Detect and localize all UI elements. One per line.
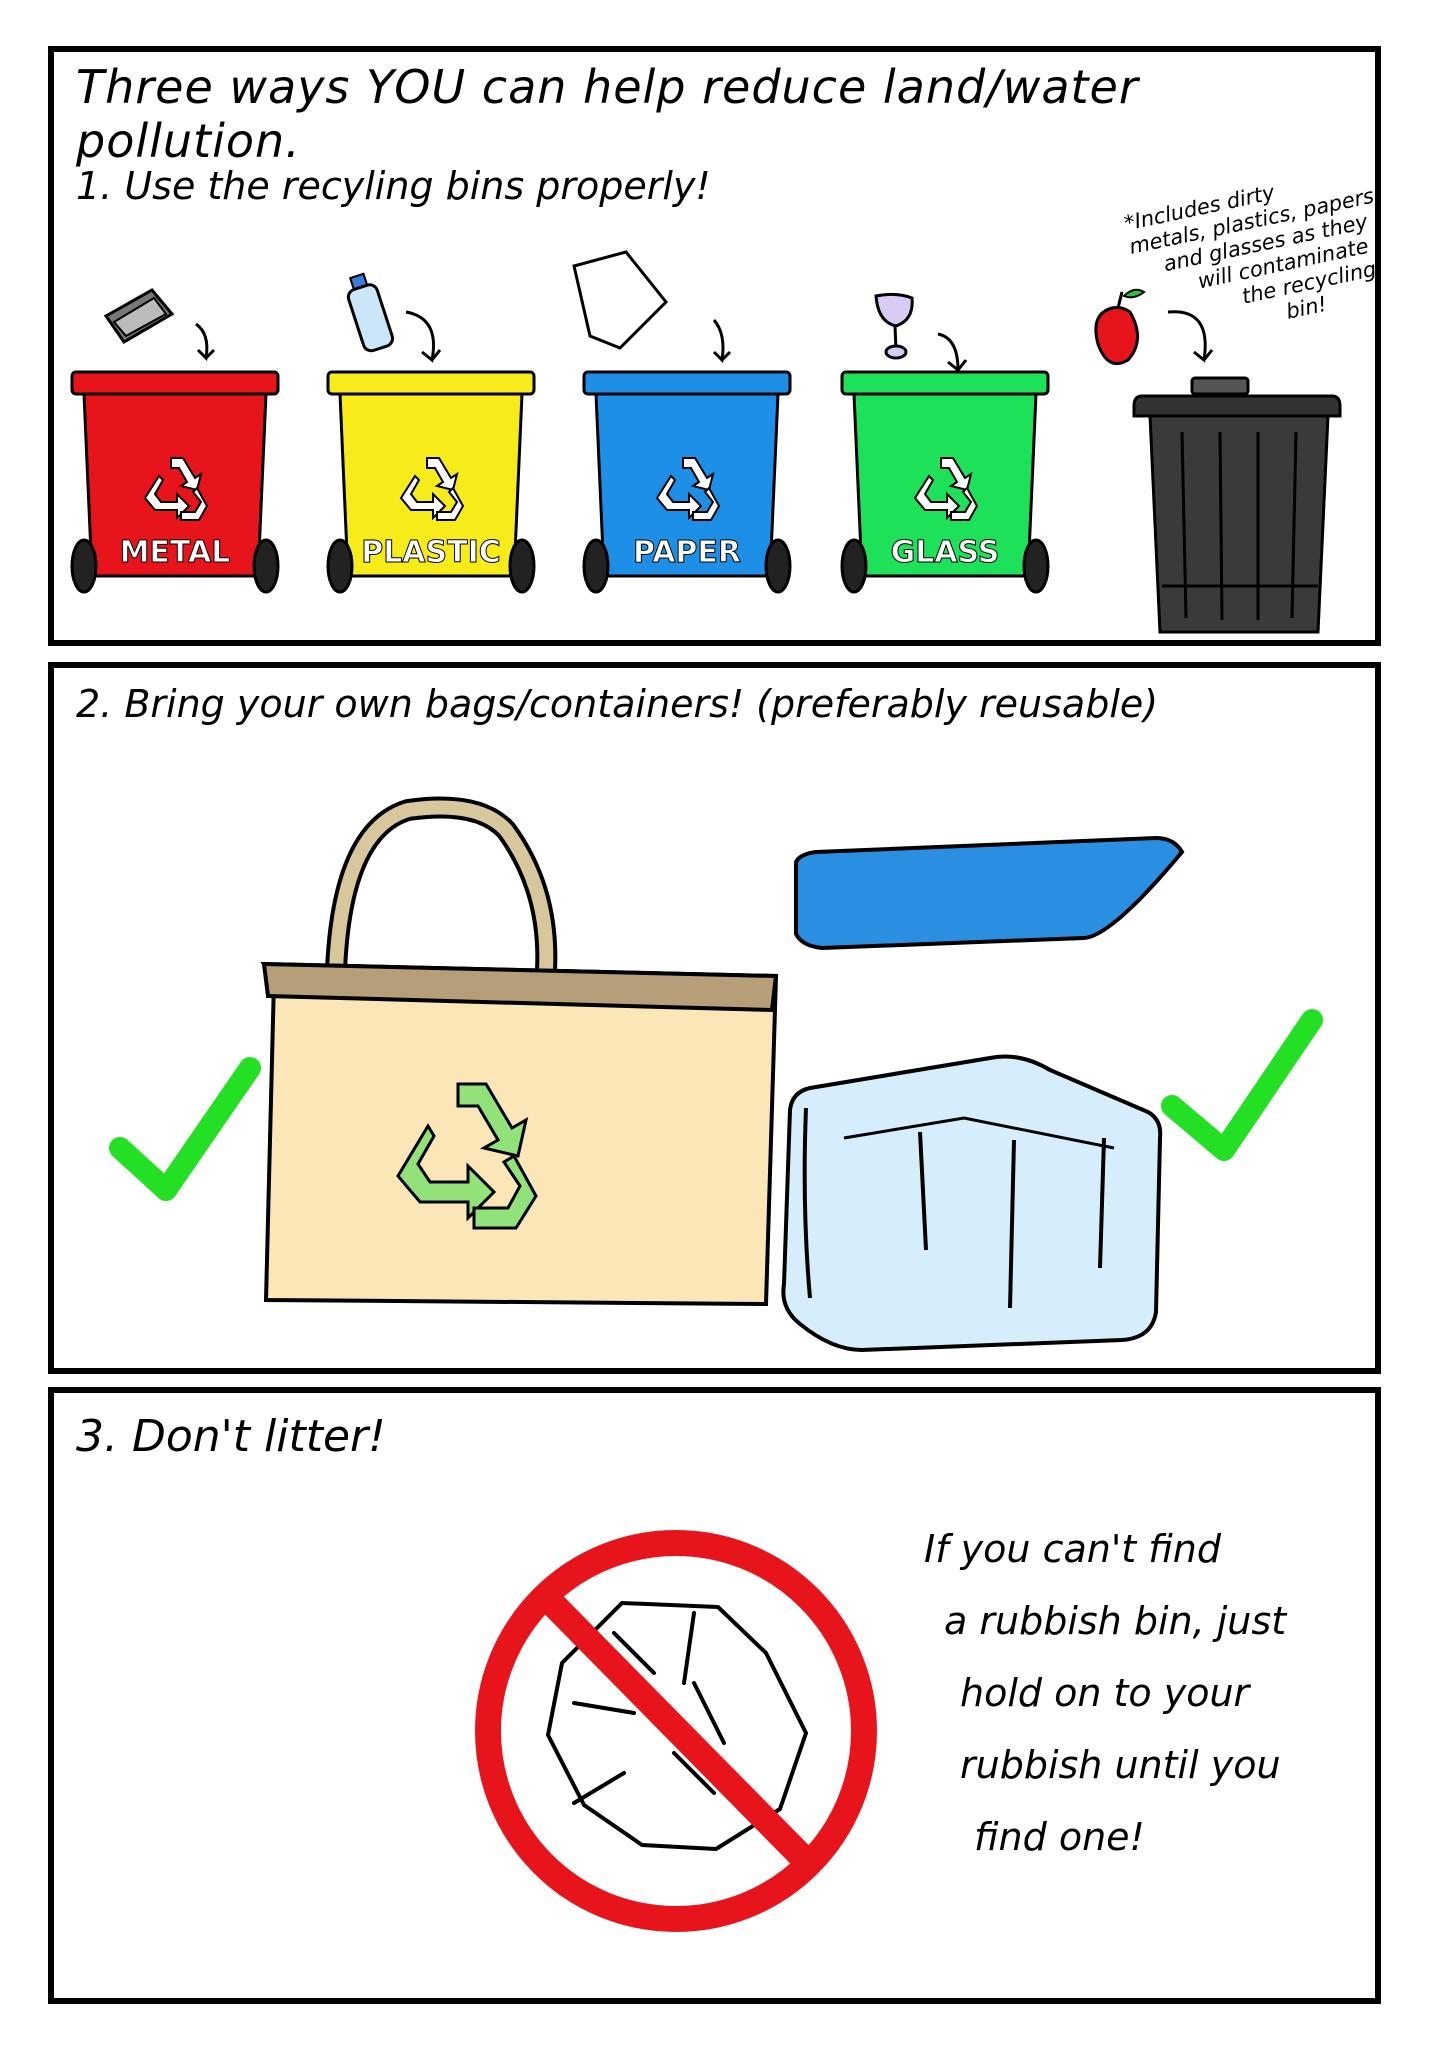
recycling-bin-metal: METAL xyxy=(70,370,280,594)
advice-line: find one! xyxy=(974,1815,1145,1859)
panel-recycling-bins: Three ways YOU can help reduce land/wate… xyxy=(48,46,1381,646)
advice-line: rubbish until you xyxy=(960,1743,1281,1787)
arrow-icon xyxy=(712,319,732,364)
arrow-icon xyxy=(405,310,442,363)
wine-glass-icon xyxy=(874,292,914,360)
food-container-icon xyxy=(781,1054,1163,1353)
check-icon xyxy=(1161,1009,1323,1161)
no-sign-icon xyxy=(475,1530,877,1932)
arrow-icon xyxy=(937,332,968,374)
container-lid-icon xyxy=(794,835,1185,951)
recycling-bin-paper: PAPER xyxy=(582,370,792,594)
advice-line: hold on to your xyxy=(960,1671,1250,1715)
advice-text: If you can't find a rubbish bin, just ho… xyxy=(924,1513,1324,1873)
metal-scrap-icon xyxy=(103,288,175,344)
bin-label: METAL xyxy=(120,535,231,570)
check-icon xyxy=(109,1057,261,1201)
bins-illustration: METAL PLASTIC PAPER GLASS xyxy=(70,250,1342,634)
arrow-icon xyxy=(195,322,216,362)
bin-label: GLASS xyxy=(891,535,1000,570)
advice-line: If you can't find xyxy=(924,1527,1222,1571)
general-waste-bin xyxy=(1132,376,1342,634)
advice-line: a rubbish bin, just xyxy=(944,1599,1287,1643)
plastic-bottle-icon xyxy=(346,272,395,353)
tote-bag-icon xyxy=(260,796,779,1307)
bin-label: PLASTIC xyxy=(361,535,501,570)
paper-sheet-icon xyxy=(572,250,669,350)
bin-label: PAPER xyxy=(633,535,741,570)
panel-reusable-bags: 2. Bring your own bags/containers! (pref… xyxy=(48,662,1381,1374)
recycling-bin-plastic: PLASTIC xyxy=(326,370,536,594)
arrow-icon xyxy=(1167,310,1214,363)
panel-dont-litter: 3. Don't litter! If you can't find a rub… xyxy=(48,1387,1381,2004)
apple-core-icon xyxy=(1094,288,1146,365)
reusable-items-illustration xyxy=(109,796,1323,1353)
recycling-bin-glass: GLASS xyxy=(840,370,1050,594)
